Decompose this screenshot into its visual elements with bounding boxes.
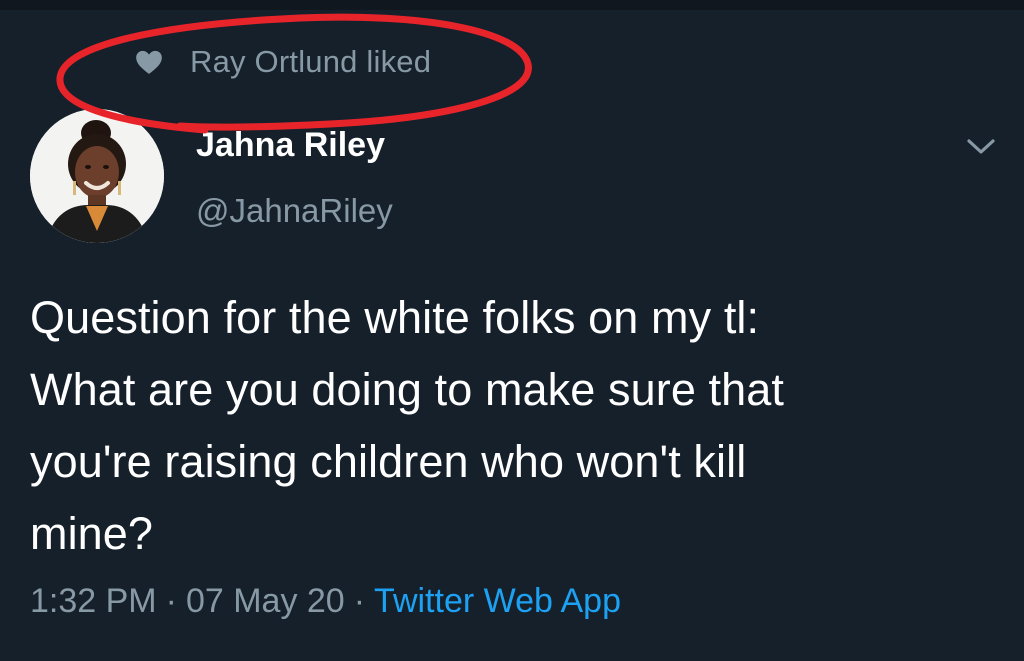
social-context[interactable]: Ray Ortlund liked (134, 40, 431, 84)
heart-icon (134, 48, 164, 76)
author-handle[interactable]: @JahnaRiley (196, 192, 393, 230)
separator: · (165, 582, 177, 620)
tweet-metadata: 1:32 PM · 07 May 20 · Twitter Web App (30, 582, 621, 621)
tweet-text-line: you're raising children who won't kill (30, 436, 747, 487)
tweet-text: Question for the white folks on my tl: W… (30, 282, 1005, 570)
top-divider (0, 0, 1024, 10)
tweet-text-line: What are you doing to make sure that (30, 364, 785, 415)
tweet-date[interactable]: 07 May 20 (186, 582, 345, 621)
separator: · (353, 582, 366, 620)
author-display-name[interactable]: Jahna Riley (196, 126, 385, 165)
tweet-time[interactable]: 1:32 PM (30, 582, 157, 621)
liked-by-text[interactable]: Ray Ortlund liked (190, 44, 431, 80)
tweet-text-line: Question for the white folks on my tl: (30, 292, 760, 343)
avatar[interactable] (30, 109, 164, 243)
tweet-source-link[interactable]: Twitter Web App (374, 582, 621, 621)
chevron-down-icon[interactable] (964, 133, 998, 161)
tweet-text-line: mine? (30, 508, 154, 559)
